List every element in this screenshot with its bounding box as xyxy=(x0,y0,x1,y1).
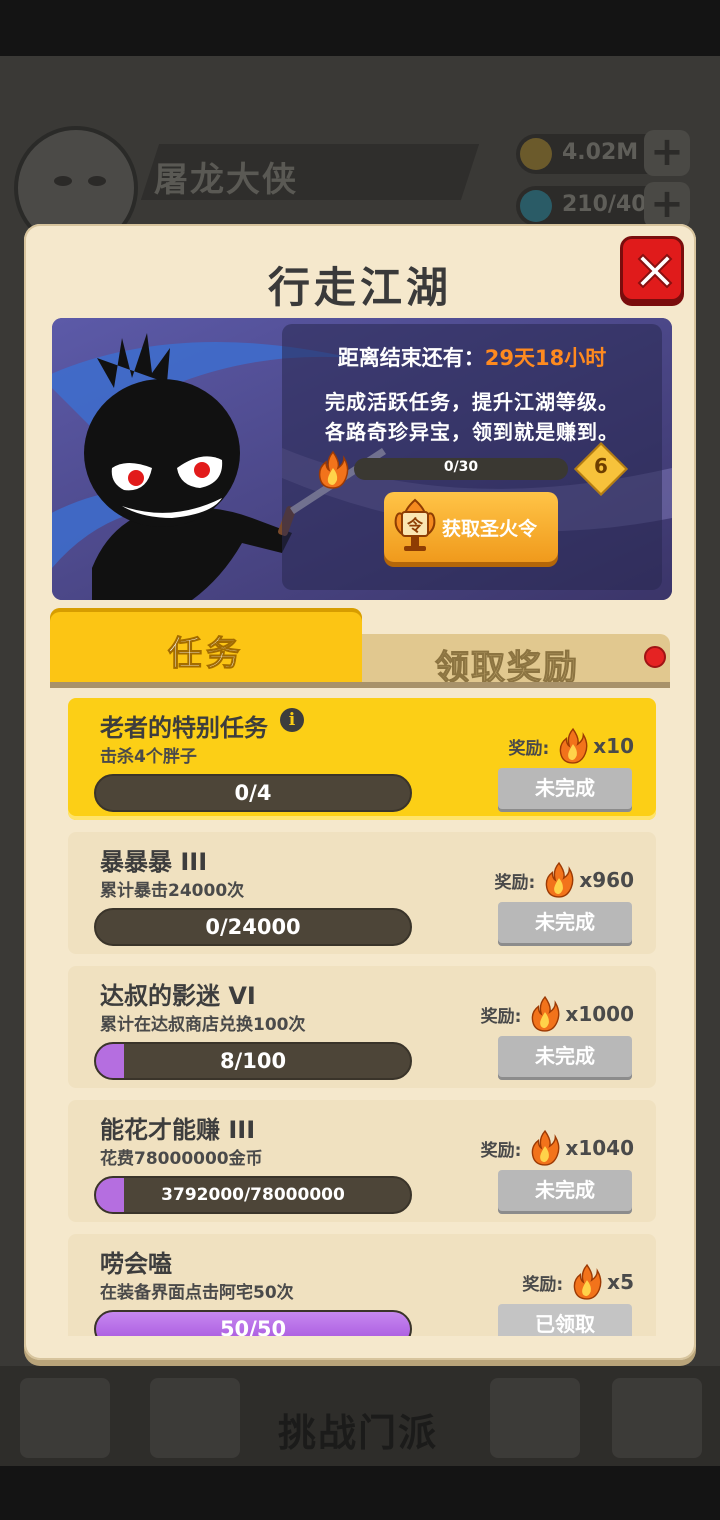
task-description: 击杀4个胖子 xyxy=(100,747,197,767)
reward-label: 奖励: xyxy=(494,872,536,893)
task-description: 累计暴击24000次 xyxy=(100,881,245,901)
task-status-button[interactable]: 未完成 xyxy=(498,902,632,946)
task-status-button[interactable]: 未完成 xyxy=(498,768,632,812)
reward-quantity: x960 xyxy=(579,868,634,892)
task-description: 在装备界面点击阿宅50次 xyxy=(100,1283,294,1303)
task-status-button[interactable]: 未完成 xyxy=(498,1036,632,1080)
task-reward: 奖励: x10 xyxy=(508,726,634,766)
tab-claim-rewards[interactable]: 领取奖励 xyxy=(362,634,670,689)
energy-drop-icon xyxy=(520,190,552,222)
challenge-sect-label[interactable]: 挑战门派 xyxy=(278,1402,438,1457)
task-title: 暴暴暴 III xyxy=(100,848,208,876)
task-card: 能花才能赚 III 花费78000000金币 3792000/78000000 … xyxy=(68,1100,656,1222)
reward-quantity: x5 xyxy=(607,1270,634,1294)
task-description: 花费78000000金币 xyxy=(100,1149,263,1169)
player-name: 屠龙大侠 xyxy=(154,160,298,200)
task-progress-text: 8/100 xyxy=(219,1049,287,1073)
fire-icon xyxy=(573,1263,602,1300)
nav-shop-icon[interactable] xyxy=(612,1378,702,1458)
reward-quantity: x1000 xyxy=(565,1002,634,1026)
task-card: 达叔的影迷 VI 累计在达叔商店兑换100次 8/100 奖励: x1000 未… xyxy=(68,966,656,1088)
task-progress-bar: 0/4 xyxy=(94,774,412,812)
level-number: 6 xyxy=(594,454,608,478)
fire-icon xyxy=(559,727,588,764)
event-banner: 距离结束还有：29天18小时 完成活跃任务，提升江湖等级。 各路奇珍异宝，领到就… xyxy=(52,318,672,600)
nav-cultivate-book-icon[interactable] xyxy=(150,1378,240,1458)
task-progress-text: 3792000/78000000 xyxy=(161,1185,345,1205)
task-title: 达叔的影迷 VI xyxy=(100,982,256,1010)
task-reward: 奖励: x1000 xyxy=(481,994,634,1034)
reward-label: 奖励: xyxy=(480,1006,522,1027)
notification-dot xyxy=(644,646,666,668)
countdown-value: 29天18小时 xyxy=(484,346,607,370)
token-icon: 令 xyxy=(394,498,436,551)
reward-quantity: x1040 xyxy=(565,1136,634,1160)
task-progress-text: 0/4 xyxy=(234,781,272,805)
reward-quantity: x10 xyxy=(593,734,634,758)
event-description-line1: 完成活跃任务，提升江湖等级。 xyxy=(325,390,619,414)
task-progress-bar: 3792000/78000000 xyxy=(94,1176,412,1214)
info-icon[interactable]: i xyxy=(280,708,304,732)
get-holy-fire-token-button[interactable]: 令 获取圣火令 xyxy=(384,492,558,562)
tab-divider xyxy=(50,682,670,688)
fire-icon xyxy=(532,1129,560,1166)
nav-helmet-icon[interactable] xyxy=(490,1378,580,1458)
task-title: 能花才能赚 III xyxy=(100,1116,256,1144)
fire-icon xyxy=(546,861,574,898)
fire-icon xyxy=(532,995,560,1032)
task-description: 累计在达叔商店兑换100次 xyxy=(100,1015,306,1035)
add-gold-button[interactable]: + xyxy=(644,130,690,176)
get-token-label: 获取圣火令 xyxy=(442,518,538,540)
event-description-line2: 各路奇珍异宝，领到就是赚到。 xyxy=(325,420,619,444)
svg-text:令: 令 xyxy=(406,516,424,535)
task-status-button[interactable]: 已领取 xyxy=(498,1304,632,1336)
close-button[interactable] xyxy=(620,236,684,302)
task-progress-bar: 50/50 xyxy=(94,1310,412,1336)
reward-label: 奖励: xyxy=(522,1274,564,1295)
reward-label: 奖励: xyxy=(480,1140,522,1161)
task-reward: 奖励: x960 xyxy=(495,860,634,900)
fire-icon xyxy=(318,450,349,489)
nav-task-scroll-icon[interactable] xyxy=(20,1378,110,1458)
add-energy-button[interactable]: + xyxy=(644,182,690,228)
task-progress-bar: 0/24000 xyxy=(94,908,412,946)
event-info-panel: 距离结束还有：29天18小时 完成活跃任务，提升江湖等级。 各路奇珍异宝，领到就… xyxy=(282,324,662,590)
task-progress-text: 0/24000 xyxy=(205,915,301,939)
level-progress-bar: 0/30 xyxy=(354,458,568,480)
task-list[interactable]: 老者的特别任务 击杀4个胖子 0/4 奖励: x10 未完成 i 暴暴暴 III… xyxy=(68,698,656,1336)
close-x-icon xyxy=(637,253,673,289)
tab-tasks[interactable]: 任务 xyxy=(50,608,362,686)
task-status-button[interactable]: 未完成 xyxy=(498,1170,632,1214)
task-progress-text: 50/50 xyxy=(219,1317,287,1336)
task-card: 暴暴暴 III 累计暴击24000次 0/24000 奖励: x960 未完成 xyxy=(68,832,656,954)
task-title: 唠会嗑 xyxy=(100,1250,172,1278)
gold-coin-icon xyxy=(520,138,552,170)
task-card: 唠会嗑 在装备界面点击阿宅50次 50/50 奖励: x5 已领取 xyxy=(68,1234,656,1336)
task-reward: 奖励: x1040 xyxy=(481,1128,634,1168)
task-reward: 奖励: x5 xyxy=(522,1262,634,1302)
task-progress-bar: 8/100 xyxy=(94,1042,412,1080)
modal-title: 行走江湖 xyxy=(267,263,452,312)
countdown-text: 距离结束还有：29天18小时 xyxy=(337,346,607,370)
task-title: 老者的特别任务 xyxy=(100,714,268,742)
event-modal: 行走江湖 距离结束还有：29天18小时 完成活跃任务，提升江湖等级。 各路奇珍异… xyxy=(24,224,696,1360)
reward-label: 奖励: xyxy=(508,738,550,759)
task-card: 老者的特别任务 击杀4个胖子 0/4 奖励: x10 未完成 i xyxy=(68,698,656,820)
